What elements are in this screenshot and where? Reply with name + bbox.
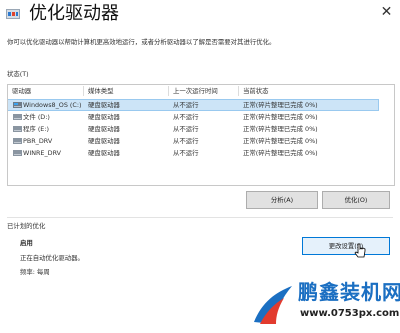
column-header-last-run[interactable]: 上一次运行时间 xyxy=(173,87,218,96)
last-run: 从不运行 xyxy=(173,125,199,133)
drive-status: 正常(碎片整理已完成 0%) xyxy=(243,113,318,121)
last-run: 从不运行 xyxy=(173,113,199,121)
drive-icon xyxy=(13,126,22,132)
column-header-status[interactable]: 当前状态 xyxy=(243,87,269,96)
drive-status: 正常(碎片整理已完成 0%) xyxy=(243,137,318,145)
media-type: 硬盘驱动器 xyxy=(88,149,120,157)
drive-name: PBR_DRV xyxy=(23,137,53,145)
drive-status: 正常(碎片整理已完成 0%) xyxy=(243,149,318,157)
section-divider xyxy=(7,217,393,218)
scheduled-section-label: 已计划的优化 xyxy=(7,222,46,230)
media-type: 硬盘驱动器 xyxy=(88,113,120,121)
change-settings-button[interactable]: 更改设置(S) xyxy=(302,237,390,255)
drive-name: WINRE_DRV xyxy=(23,149,62,157)
status-section-label: 状态(T) xyxy=(7,70,29,78)
close-icon[interactable]: ✕ xyxy=(373,0,400,24)
watermark-url: www.0753px.com xyxy=(300,308,400,319)
schedule-frequency: 频率: 每周 xyxy=(20,268,50,276)
pointer-cursor-icon xyxy=(354,243,366,258)
analyze-button[interactable]: 分析(A) xyxy=(246,191,318,209)
watermark-logo-icon xyxy=(254,286,292,324)
title-bar: 优化驱动器 ✕ xyxy=(0,0,400,30)
table-header: 驱动器 媒体类型 上一次运行时间 当前状态 xyxy=(8,85,394,97)
column-header-media[interactable]: 媒体类型 xyxy=(88,87,114,96)
optimize-button[interactable]: 优化(O) xyxy=(322,191,390,209)
last-run: 从不运行 xyxy=(173,149,199,157)
last-run: 从不运行 xyxy=(173,101,199,109)
drive-row[interactable]: PBR_DRV 硬盘驱动器 从不运行 正常(碎片整理已完成 0%) xyxy=(8,136,378,146)
drive-row[interactable]: WINRE_DRV 硬盘驱动器 从不运行 正常(碎片整理已完成 0%) xyxy=(8,148,378,158)
site-watermark: 鹏鑫装机网 www.0753px.com xyxy=(250,278,400,333)
watermark-brand: 鹏鑫装机网 xyxy=(298,280,400,304)
drive-icon xyxy=(13,114,22,120)
drive-name: 程序 (E:) xyxy=(23,125,49,133)
column-header-drive[interactable]: 驱动器 xyxy=(12,87,31,96)
drive-row[interactable]: Windows8_OS (C:) 硬盘驱动器 从不运行 正常(碎片整理已完成 0… xyxy=(8,99,379,111)
defrag-app-icon xyxy=(6,9,20,19)
drive-status: 正常(碎片整理已完成 0%) xyxy=(243,101,318,109)
window-title: 优化驱动器 xyxy=(29,3,119,24)
media-type: 硬盘驱动器 xyxy=(88,101,120,109)
media-type: 硬盘驱动器 xyxy=(88,137,120,145)
drive-row[interactable]: 文件 (D:) 硬盘驱动器 从不运行 正常(碎片整理已完成 0%) xyxy=(8,112,378,122)
drive-icon xyxy=(13,150,22,156)
drive-icon xyxy=(13,102,22,108)
drive-status: 正常(碎片整理已完成 0%) xyxy=(243,125,318,133)
schedule-state: 启用 xyxy=(20,239,33,247)
last-run: 从不运行 xyxy=(173,137,199,145)
drive-row[interactable]: 程序 (E:) 硬盘驱动器 从不运行 正常(碎片整理已完成 0%) xyxy=(8,124,378,134)
schedule-detail: 正在自动优化驱动器。 xyxy=(20,254,84,262)
media-type: 硬盘驱动器 xyxy=(88,125,120,133)
drive-table[interactable]: 驱动器 媒体类型 上一次运行时间 当前状态 Windows8_OS (C:) 硬… xyxy=(7,84,395,186)
drive-name: Windows8_OS (C:) xyxy=(23,101,82,109)
drive-icon xyxy=(13,138,22,144)
drive-name: 文件 (D:) xyxy=(23,113,50,121)
description-text: 你可以优化驱动器以帮助计算机更高效地运行，或者分析驱动器以了解是否需要对其进行优… xyxy=(7,38,276,46)
